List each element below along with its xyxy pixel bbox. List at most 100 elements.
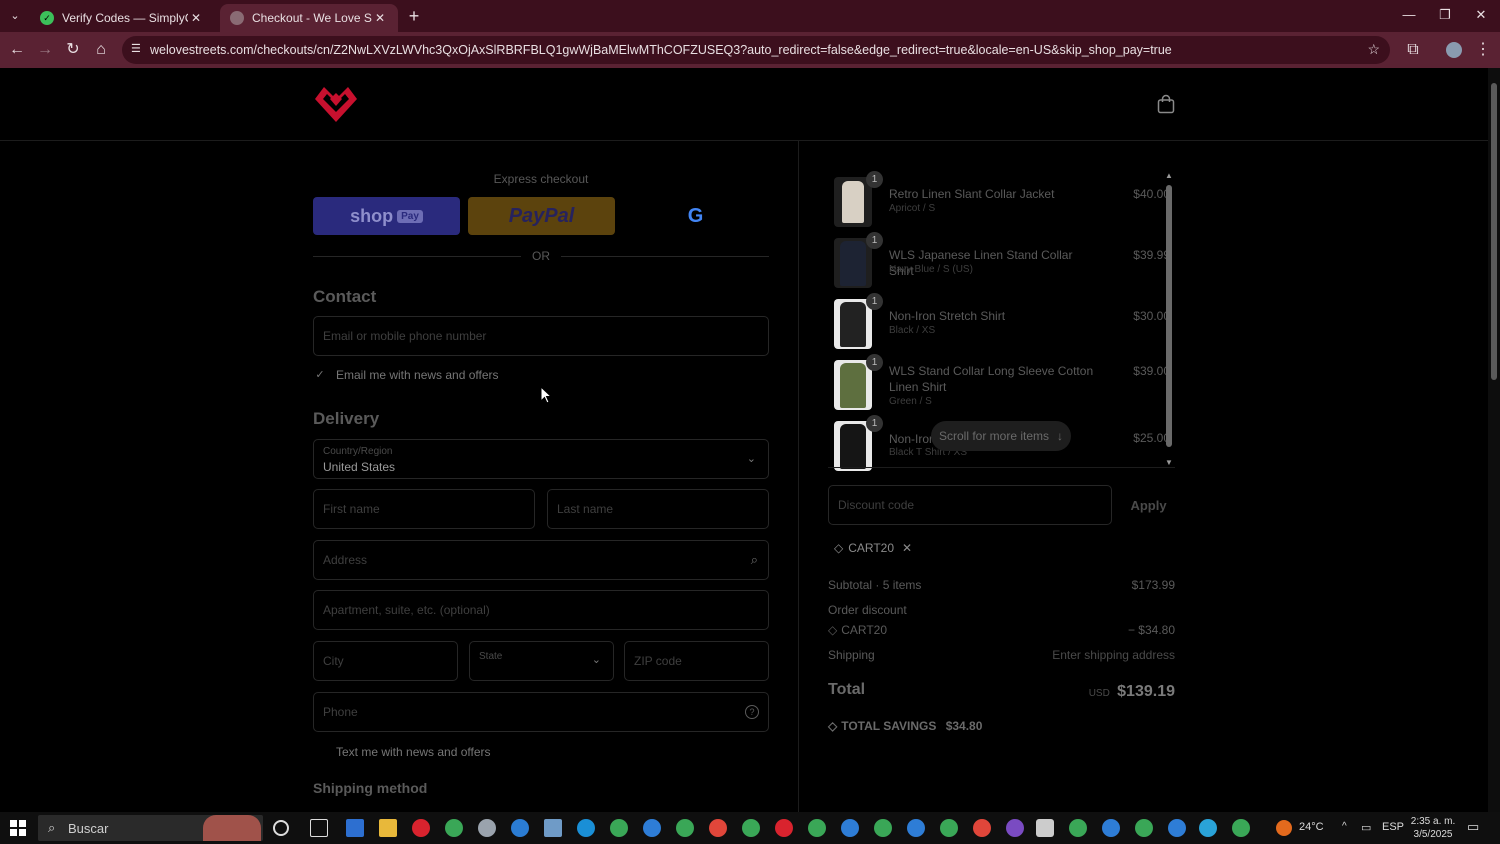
close-window-icon[interactable]: ✕ [1464,4,1498,26]
chrome-profile-icon[interactable] [643,819,661,837]
product-thumbnail [834,421,872,471]
chevron-up-icon[interactable]: ^ [1342,821,1347,832]
tab-simplycodes[interactable]: ✓ Verify Codes — SimplyCodes ✕ [30,4,214,32]
zip-field[interactable]: ZIP code [624,641,769,681]
discount-code-label: CART20 [841,623,888,637]
cortana-icon[interactable] [273,820,289,836]
weather-temp[interactable]: 24°C [1299,821,1324,833]
forward-icon[interactable]: → [34,39,56,61]
chrome-profile-icon[interactable] [841,819,859,837]
chrome-profile-icon[interactable] [775,819,793,837]
scroll-down-icon[interactable]: ▼ [1165,458,1173,467]
product-thumbnail [834,238,872,288]
address-bar[interactable]: ☰ welovestreets.com/checkouts/cn/Z2NwLXV… [122,36,1390,64]
chrome-profile-icon[interactable] [1168,819,1186,837]
chrome-profile-icon[interactable] [874,819,892,837]
we-love-street-logo-icon[interactable] [313,82,359,129]
weather-icon[interactable] [1276,820,1292,836]
edge-icon[interactable] [577,819,595,837]
remove-discount-icon[interactable]: ✕ [902,541,912,555]
bookmark-star-icon[interactable]: ☆ [1367,41,1380,58]
paypal-button[interactable]: PayPal [468,197,615,235]
scroll-for-more-button[interactable]: Scroll for more items ↓ [931,421,1071,451]
file-explorer-icon[interactable] [379,819,397,837]
windows-start-icon[interactable] [10,820,26,836]
clock-time: 2:35 a. m. [1410,816,1456,827]
items-scrollbar[interactable]: ▲ ▼ [1164,171,1174,467]
telegram-icon[interactable] [1199,819,1217,837]
reload-icon[interactable]: ↻ [62,39,84,61]
city-field[interactable]: City [313,641,458,681]
scrollbar-thumb[interactable] [1166,185,1172,447]
home-icon[interactable]: ⌂ [90,39,112,61]
network-icon[interactable]: ▭ [1361,821,1371,834]
profile-avatar-icon[interactable] [1443,39,1465,61]
apartment-field[interactable]: Apartment, suite, etc. (optional) [313,590,769,630]
chrome-profile-icon[interactable] [742,819,760,837]
discount-value: − $34.80 [1127,623,1175,637]
chrome-profile-icon[interactable] [940,819,958,837]
task-view-icon[interactable] [310,819,328,837]
chrome-profile-icon[interactable] [1069,819,1087,837]
back-icon[interactable]: ← [6,39,28,61]
google-pay-button[interactable]: G [622,197,769,235]
tab-checkout[interactable]: Checkout - We Love Street ✕ [220,4,398,32]
site-info-icon[interactable]: ☰ [131,43,144,56]
chrome-profile-icon[interactable] [1135,819,1153,837]
chrome-profile-icon[interactable] [709,819,727,837]
chrome-profile-icon[interactable] [1102,819,1120,837]
chrome-profile-icon[interactable] [610,819,628,837]
app-icon[interactable] [544,819,562,837]
email-field[interactable]: Email or mobile phone number [313,316,769,356]
last-name-field[interactable]: Last name [547,489,769,529]
pinterest-icon[interactable] [412,819,430,837]
page-scrollbar-thumb[interactable] [1491,83,1497,380]
page-scrollbar[interactable] [1488,68,1500,812]
discount-code-field[interactable]: Discount code [828,485,1112,525]
chrome-profile-icon[interactable] [907,819,925,837]
chevron-down-icon: ⌄ [591,654,601,666]
phone-field[interactable]: Phone ? [313,692,769,732]
order-discount-label: Order discount [828,603,907,617]
taskbar-search[interactable]: ⌕ Buscar [38,815,263,841]
extensions-icon[interactable]: ⧉ [1402,39,1424,61]
address-field[interactable]: Address ⌕ [313,540,769,580]
checkmark-icon: ✓ [315,369,325,381]
language-indicator[interactable]: ESP [1382,821,1404,833]
minimize-icon[interactable]: — [1392,4,1426,26]
state-select[interactable]: State ⌄ [469,641,614,681]
browser-toolbar: ← → ↻ ⌂ ☰ welovestreets.com/checkouts/cn… [0,32,1500,68]
tab-search-icon[interactable]: ⌄ [6,7,24,25]
help-icon[interactable]: ? [745,705,759,719]
shop-pay-button[interactable]: shop Pay [313,197,460,235]
close-tab-icon[interactable]: ✕ [372,11,388,25]
product-thumbnail [834,299,872,349]
country-select[interactable]: Country/Region United States ⌄ [313,439,769,479]
new-tab-icon[interactable]: + [404,6,424,26]
text-news-checkbox[interactable]: Text me with news and offers [313,745,491,759]
notifications-icon[interactable]: ▭ [1467,819,1479,835]
savings-label: TOTAL SAVINGS [841,719,937,733]
apply-button[interactable]: Apply [1122,485,1175,525]
app-icon[interactable] [478,819,496,837]
browser-tab-strip: ⌄ ✓ Verify Codes — SimplyCodes ✕ Checkou… [0,0,1500,32]
chrome-profile-icon[interactable] [676,819,694,837]
more-menu-icon[interactable]: ⋮ [1472,39,1494,61]
close-tab-icon[interactable]: ✕ [188,11,204,25]
scroll-up-icon[interactable]: ▲ [1165,171,1173,180]
clock[interactable]: 2:35 a. m. 3/5/2025 [1406,815,1460,841]
app-icon[interactable] [1036,819,1054,837]
chrome-icon[interactable] [445,819,463,837]
tag-icon: ◇ [828,623,838,637]
email-news-checkbox[interactable]: ✓ Email me with news and offers [313,368,498,382]
chrome-active-icon[interactable] [1232,819,1250,837]
copilot-icon[interactable] [511,819,529,837]
shopping-bag-icon[interactable] [1157,94,1175,114]
item-name: Retro Linen Slant Collar Jacket [889,187,1055,201]
restore-icon[interactable]: ❐ [1428,4,1462,26]
first-name-field[interactable]: First name [313,489,535,529]
store-icon[interactable] [346,819,364,837]
chrome-profile-icon[interactable] [973,819,991,837]
chrome-profile-icon[interactable] [808,819,826,837]
chrome-profile-icon[interactable] [1006,819,1024,837]
